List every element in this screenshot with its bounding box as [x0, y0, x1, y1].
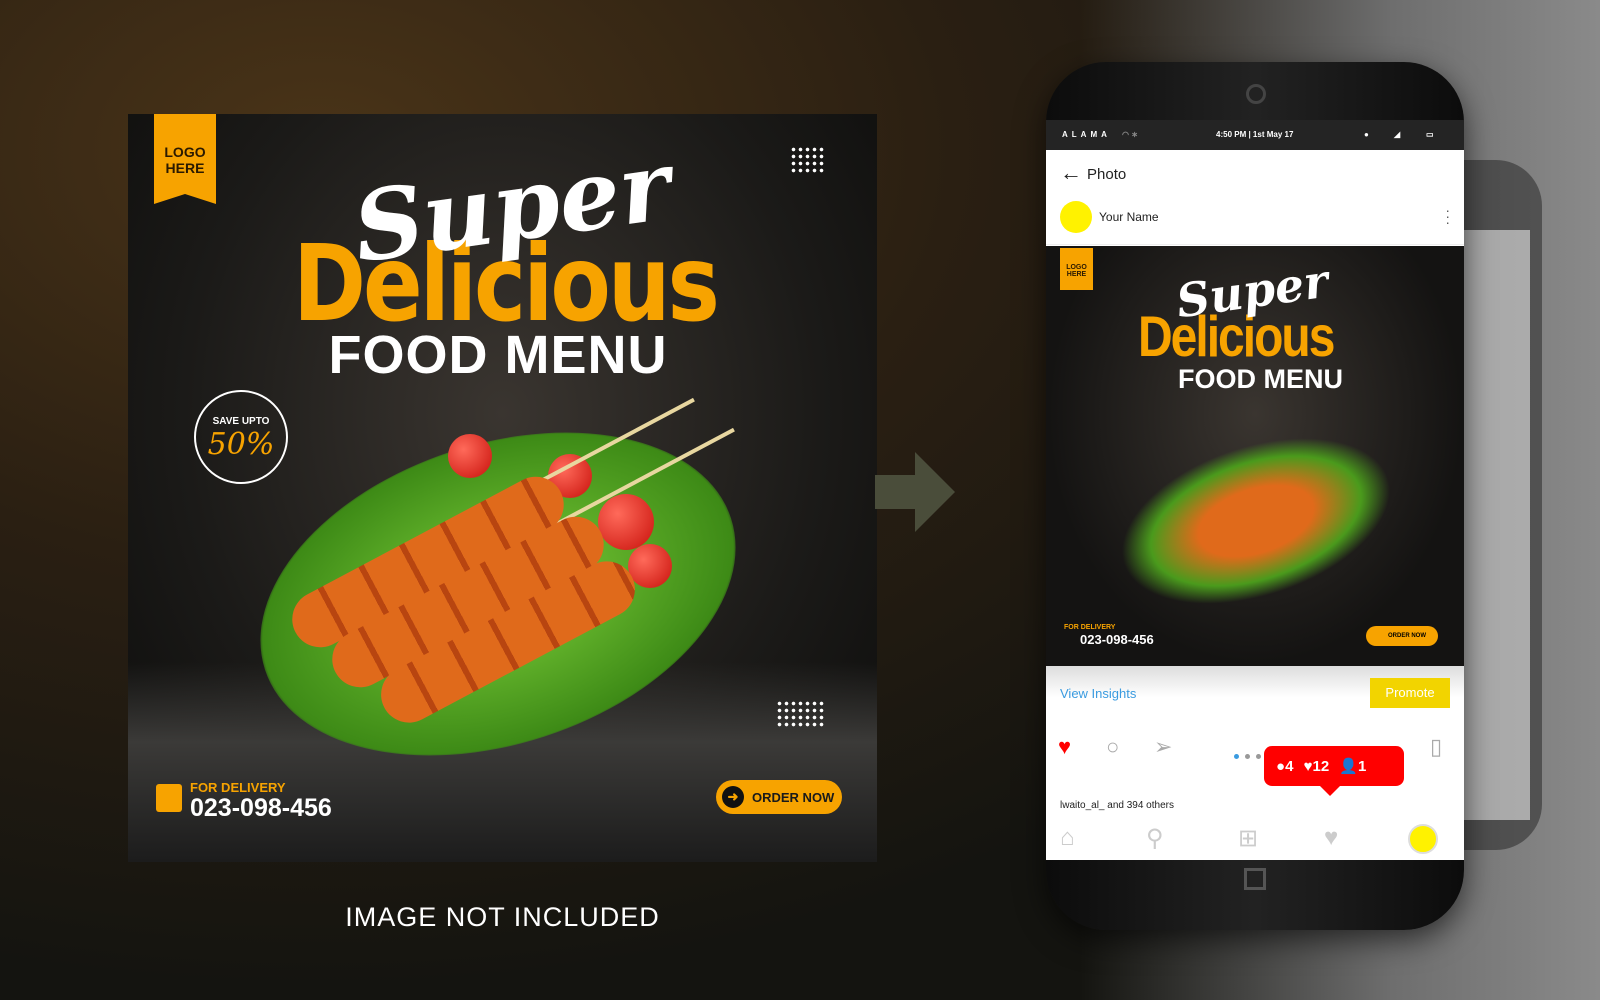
- title-sub: FOOD MENU: [328, 325, 668, 385]
- bookmark-icon[interactable]: ▯: [1430, 734, 1442, 760]
- home-icon[interactable]: ⌂: [1060, 824, 1075, 852]
- phone-mockup: ALAMA ◠ ∗ 4:50 PM | 1st May 17 ● ◢ ▭ ← P…: [1046, 62, 1464, 930]
- save-label: SAVE UPTO: [212, 416, 270, 427]
- page-title: Photo: [1087, 166, 1127, 183]
- send-icon[interactable]: ➢: [1154, 734, 1172, 760]
- wifi-icon: ◠ ∗: [1122, 130, 1138, 139]
- phone-icon: [156, 784, 182, 812]
- phone-screen: ALAMA ◠ ∗ 4:50 PM | 1st May 17 ● ◢ ▭ ← P…: [1046, 120, 1464, 860]
- save-badge: SAVE UPTO 50%: [194, 390, 288, 484]
- caption: IMAGE NOT INCLUDED: [345, 902, 660, 932]
- post-author: Your Name · · ·: [1046, 195, 1464, 245]
- activity-heart-icon[interactable]: ♥: [1324, 824, 1338, 852]
- signal-icon: ◢: [1394, 130, 1401, 139]
- heart-icon[interactable]: ♥: [1058, 734, 1071, 760]
- comment-icon: ●: [1276, 758, 1286, 775]
- delivery-label: FOR DELIVERY: [190, 780, 286, 795]
- insights-bar: View Insights Promote: [1046, 666, 1464, 718]
- carrier: ALAMA: [1062, 130, 1111, 139]
- like-count: 12: [1312, 758, 1330, 775]
- user-name[interactable]: Your Name: [1099, 210, 1159, 224]
- header: ← Photo: [1046, 150, 1464, 195]
- logo-badge: LOGO HERE: [154, 114, 216, 204]
- notification-bubble: ●4 ♥12 👤1: [1264, 746, 1404, 796]
- poster: LOGO HERE Delicious Super FOOD MENU SAVE…: [128, 114, 877, 862]
- search-icon[interactable]: ⚲: [1146, 824, 1164, 853]
- arrow-right-icon: [875, 452, 955, 532]
- delivery-phone: 023-098-456: [1080, 632, 1154, 647]
- add-icon[interactable]: ⊞: [1238, 824, 1258, 853]
- comment-count: 4: [1285, 758, 1294, 775]
- follower-count: 1: [1358, 758, 1367, 775]
- delivery-label: FOR DELIVERY: [1064, 624, 1116, 631]
- home-button: [1244, 868, 1266, 890]
- dots-decoration: [776, 700, 826, 728]
- clock-icon: ●: [1364, 130, 1369, 139]
- title-sub: FOOD MENU: [1178, 364, 1343, 394]
- save-value: 50%: [207, 427, 275, 462]
- more-options-icon[interactable]: · · ·: [1445, 203, 1450, 229]
- profile-avatar[interactable]: [1408, 824, 1438, 854]
- comment-icon[interactable]: ○: [1106, 734, 1119, 760]
- status-time: 4:50 PM | 1st May 17: [1216, 130, 1294, 139]
- user-icon: 👤: [1339, 758, 1359, 775]
- dots-decoration: [790, 146, 826, 174]
- logo-badge: LOGO HERE: [1060, 248, 1093, 290]
- view-insights-link[interactable]: View Insights: [1060, 686, 1136, 701]
- order-now-label: ORDER NOW: [752, 790, 835, 805]
- status-bar: ALAMA ◠ ∗ 4:50 PM | 1st May 17 ● ◢ ▭: [1046, 120, 1464, 150]
- post-image[interactable]: LOGO HERE Delicious Super FOOD MENU FOR …: [1046, 246, 1464, 666]
- promote-button[interactable]: Promote: [1370, 678, 1450, 708]
- back-arrow-icon[interactable]: ←: [1060, 160, 1082, 186]
- bottom-nav: ⌂ ⚲ ⊞ ♥: [1046, 816, 1464, 860]
- camera: [1246, 84, 1266, 104]
- tomato: [448, 434, 492, 478]
- arrow-right-icon: ➜: [722, 786, 744, 808]
- post-actions: ♥ ○ ➢ ▯ ●4 ♥12 👤1: [1046, 718, 1464, 796]
- carousel-dots: [1234, 746, 1267, 764]
- battery-icon: ▭: [1426, 130, 1434, 139]
- order-now-button[interactable]: ➜ ORDER NOW: [716, 780, 842, 814]
- avatar[interactable]: [1060, 201, 1092, 233]
- food: [1099, 406, 1413, 636]
- tomato: [598, 494, 654, 550]
- delivery-phone: 023-098-456: [190, 794, 332, 822]
- likes-text: lwaito_al_ and 394 others: [1060, 800, 1174, 811]
- order-now-button: ORDER NOW: [1366, 626, 1438, 646]
- tomato: [628, 544, 672, 588]
